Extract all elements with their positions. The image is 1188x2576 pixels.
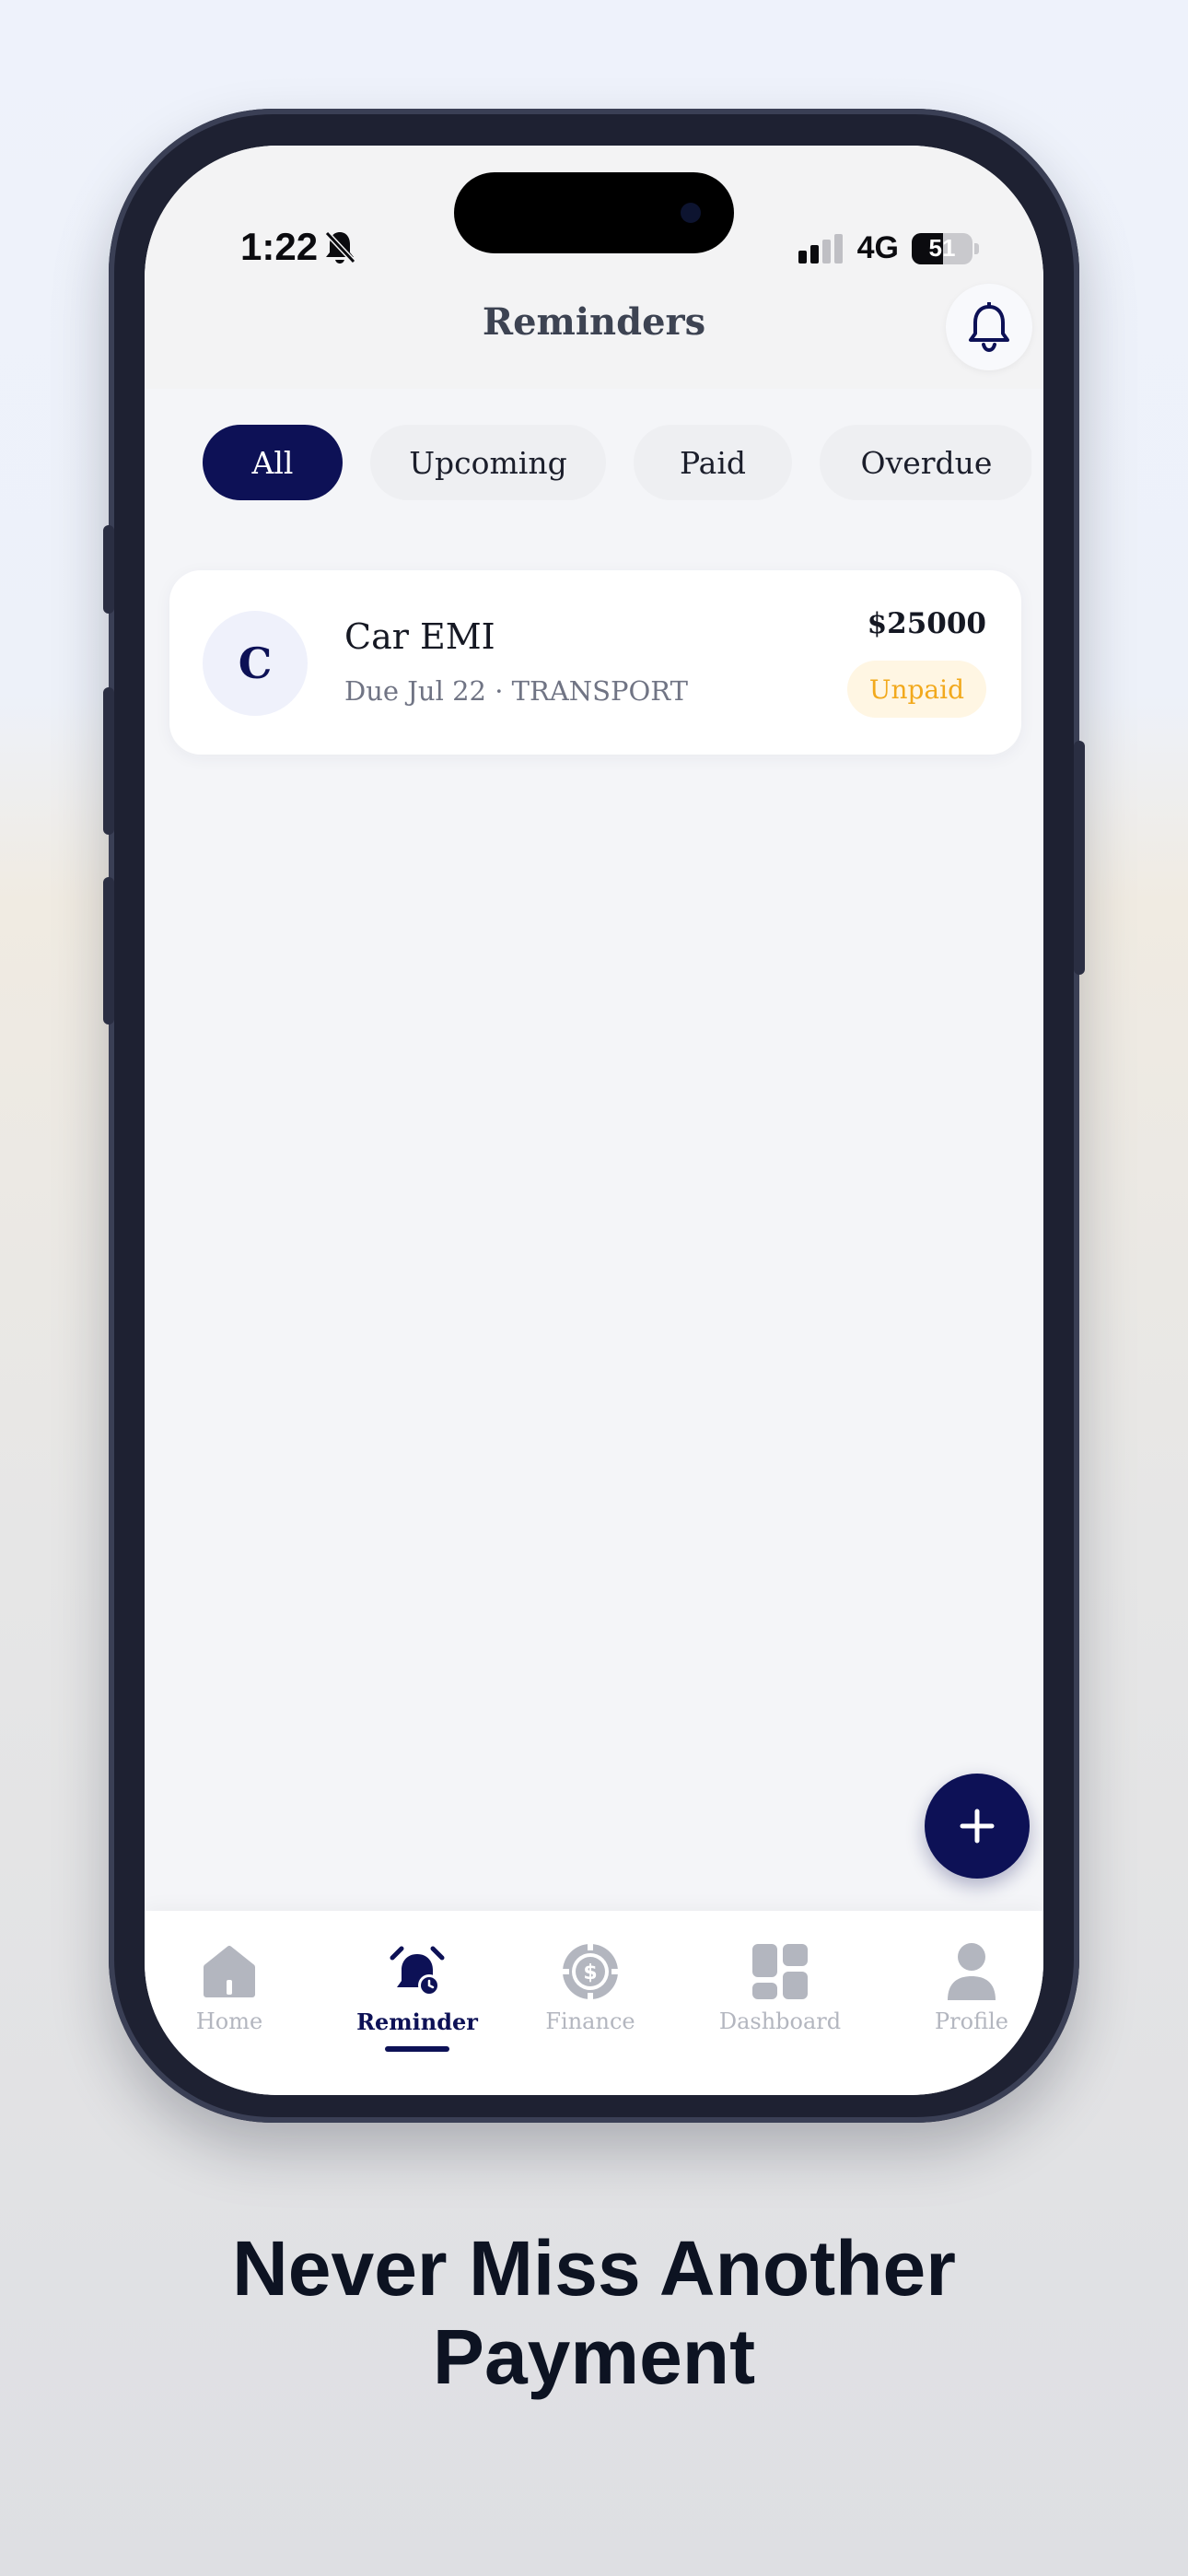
app-screen: Reminders 1:22 4G 51 All Upcoming Paid O… — [145, 146, 1043, 2095]
clock-text: 1:22 — [240, 225, 319, 268]
filter-tab-all[interactable]: All — [203, 425, 343, 500]
battery-icon: 51 — [912, 232, 973, 264]
camera-dot — [681, 203, 701, 223]
volume-down-button — [103, 877, 114, 1025]
headline-line-2: Payment — [432, 2313, 756, 2400]
power-button — [1074, 741, 1085, 975]
nav-item-profile[interactable]: Profile — [889, 1938, 1043, 2034]
plus-icon — [960, 1809, 995, 1844]
nav-label-dashboard: Dashboard — [718, 2008, 842, 2034]
battery-percent: 51 — [928, 234, 956, 262]
status-badge: Unpaid — [846, 661, 986, 718]
phone-frame: Reminders 1:22 4G 51 All Upcoming Paid O… — [103, 109, 1085, 2123]
nav-label-finance: Finance — [545, 2008, 635, 2034]
nav-label-reminder: Reminder — [356, 2008, 478, 2035]
reminder-amount: $25000 — [867, 607, 986, 640]
nav-item-finance[interactable]: $ Finance — [507, 1938, 673, 2034]
dollar-coin-icon: $ — [560, 1941, 621, 2002]
filter-tab-overdue[interactable]: Overdue — [820, 425, 1031, 500]
bell-icon — [969, 302, 1009, 352]
page-title: Reminders — [482, 300, 706, 344]
notifications-button[interactable] — [946, 284, 1032, 370]
reminder-card[interactable]: C Car EMI Due Jul 22 · TRANSPORT $25000 … — [169, 570, 1021, 755]
dynamic-island — [454, 172, 734, 253]
alarm-clock-icon — [390, 1946, 445, 1996]
signal-icon — [798, 233, 843, 263]
reminder-avatar: C — [203, 611, 308, 716]
promo-headline: Never Miss Another Payment — [0, 2224, 1188, 2401]
filter-tab-upcoming[interactable]: Upcoming — [370, 425, 606, 500]
home-icon — [204, 1946, 255, 1997]
filter-tabs: All Upcoming Paid Overdue — [203, 425, 1031, 500]
nav-label-home: Home — [195, 2008, 263, 2034]
reminder-due-category: Due Jul 22 · TRANSPORT — [344, 675, 688, 707]
bell-slash-icon — [324, 230, 356, 264]
headline-line-1: Never Miss Another — [232, 2225, 956, 2312]
filter-tab-paid[interactable]: Paid — [634, 425, 792, 500]
user-icon — [948, 1943, 996, 2000]
status-time: 1:22 — [240, 225, 356, 269]
battery-tip — [974, 242, 979, 254]
active-tab-indicator — [385, 2046, 449, 2052]
nav-item-reminder[interactable]: Reminder — [334, 1938, 500, 2052]
network-type: 4G — [856, 230, 899, 265]
add-reminder-button[interactable] — [925, 1774, 1030, 1879]
status-indicators: 4G 51 — [797, 230, 979, 266]
reminder-title: Car EMI — [344, 616, 495, 657]
nav-label-profile: Profile — [935, 2008, 1008, 2034]
svg-text:$: $ — [583, 1961, 597, 1985]
action-button — [103, 525, 114, 614]
nav-item-home[interactable]: Home — [146, 1938, 312, 2034]
grid-icon — [752, 1944, 808, 1999]
volume-up-button — [103, 687, 114, 835]
nav-item-dashboard[interactable]: Dashboard — [697, 1938, 863, 2034]
bottom-nav: Home Reminder $ Finance Dashboard Profil… — [145, 1911, 1043, 2095]
